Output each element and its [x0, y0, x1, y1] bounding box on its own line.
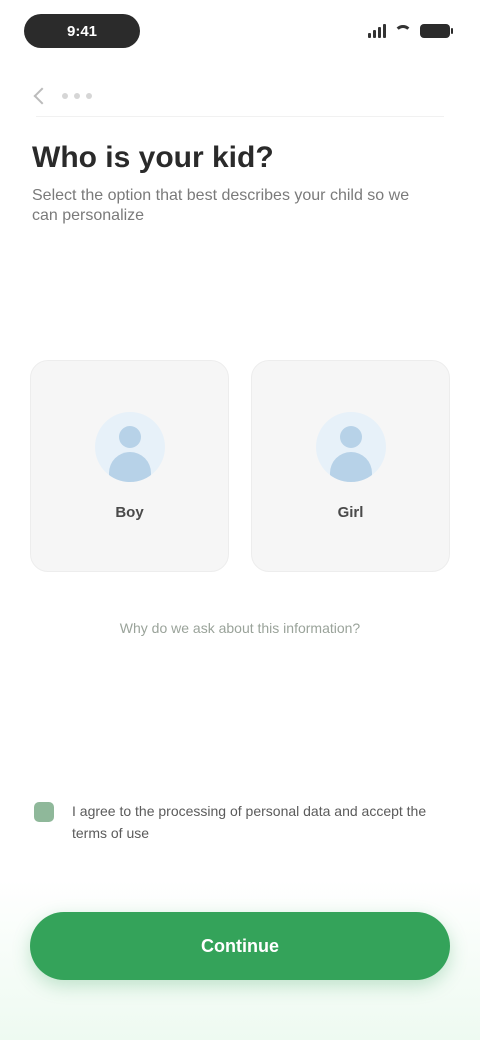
gender-options: Boy Girl [30, 360, 450, 572]
wifi-icon [394, 25, 412, 37]
option-girl-card[interactable]: Girl [251, 360, 450, 572]
girl-avatar-icon [315, 411, 386, 482]
status-time: 9:41 [24, 14, 140, 48]
consent-text: I agree to the processing of personal da… [72, 803, 427, 841]
nav-divider [36, 116, 444, 117]
option-label: Girl [337, 503, 364, 521]
status-bar: 9:41 [0, 0, 480, 64]
progress-dots [62, 93, 92, 99]
signal-icon [368, 24, 386, 38]
back-arrow-icon[interactable] [33, 87, 51, 105]
top-nav [33, 86, 92, 106]
page-title: Who is your kid? [32, 141, 274, 174]
help-link[interactable]: Why do we ask about this information? [0, 620, 480, 636]
option-boy-card[interactable]: Boy [30, 360, 229, 572]
consent-checkbox[interactable] [34, 802, 54, 822]
continue-button[interactable]: Continue [30, 912, 450, 980]
battery-icon [420, 24, 453, 38]
status-icons [368, 22, 453, 40]
boy-avatar-icon [94, 411, 165, 482]
option-label: Boy [115, 503, 144, 521]
consent-row: I agree to the processing of personal da… [34, 800, 448, 844]
page-subtitle: Select the option that best describes yo… [32, 187, 410, 224]
